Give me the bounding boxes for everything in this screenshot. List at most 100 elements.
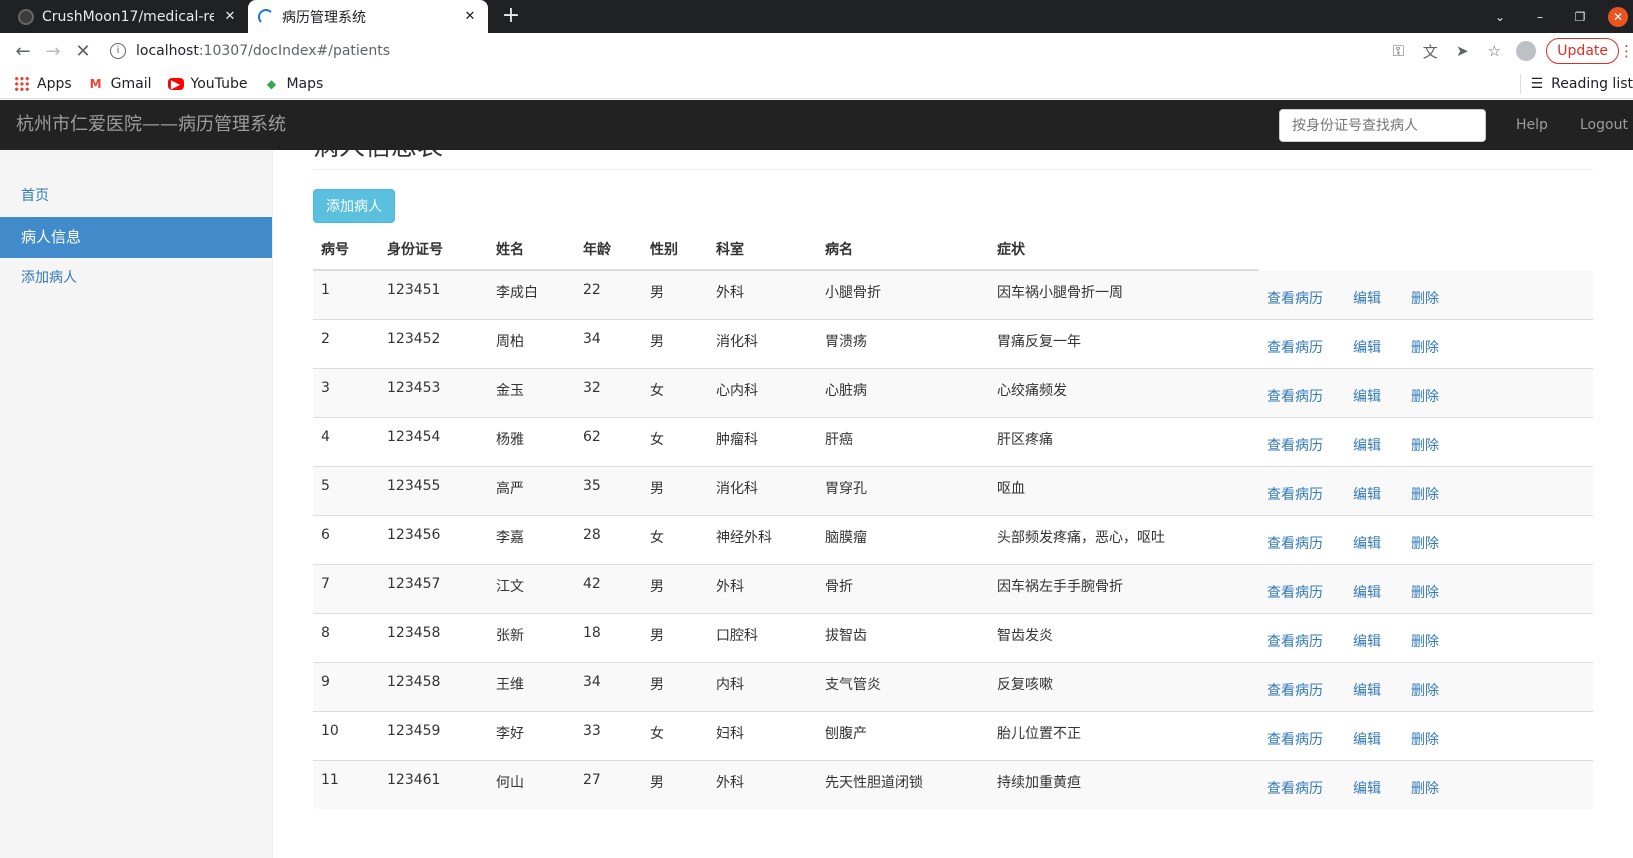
edit-link[interactable]: 编辑 — [1353, 634, 1381, 650]
bookmark-youtube[interactable]: ▶ YouTube — [167, 76, 247, 92]
edit-link[interactable]: 编辑 — [1353, 732, 1381, 748]
view-record-link[interactable]: 查看病历 — [1267, 340, 1323, 356]
row-actions: 查看病历 编辑 删除 — [1259, 514, 1593, 564]
tab-search-chevron-icon[interactable]: ⌄ — [1480, 10, 1520, 24]
help-link[interactable]: Help — [1516, 100, 1548, 150]
bookmark-apps[interactable]: Apps — [14, 75, 72, 92]
table-cell: 11 — [313, 759, 379, 809]
address-bar[interactable]: i localhost:10307/docIndex#/patients — [110, 36, 1150, 66]
profile-avatar-icon[interactable] — [1516, 41, 1537, 61]
send-icon[interactable]: ➤ — [1446, 42, 1478, 60]
menu-dots-icon[interactable]: ⋮ — [1619, 42, 1633, 60]
sidebar-item-patients[interactable]: 病人信息 — [0, 217, 272, 258]
table-cell: 消化科 — [708, 318, 817, 368]
window-close-icon[interactable]: ✕ — [1608, 6, 1628, 27]
table-cell: 18 — [575, 612, 642, 662]
table-cell: 34 — [575, 318, 642, 368]
table-cell: 刨腹产 — [817, 710, 989, 760]
apps-grid-icon — [14, 75, 30, 92]
add-patient-button[interactable]: 添加病人 — [313, 189, 395, 223]
edit-link[interactable]: 编辑 — [1353, 389, 1381, 405]
delete-link[interactable]: 删除 — [1411, 732, 1439, 748]
table-header-row: 病号 身份证号 姓名 年龄 性别 科室 病名 症状 — [313, 228, 1593, 271]
tab-close-icon[interactable]: ✕ — [462, 9, 478, 24]
search-input[interactable] — [1279, 109, 1486, 142]
delete-link[interactable]: 删除 — [1411, 487, 1439, 503]
translate-icon[interactable]: 文 — [1414, 41, 1446, 62]
edit-link[interactable]: 编辑 — [1353, 340, 1381, 356]
edit-link[interactable]: 编辑 — [1353, 291, 1381, 307]
forward-arrow-icon[interactable]: → — [38, 41, 68, 62]
delete-link[interactable]: 删除 — [1411, 781, 1439, 797]
table-cell: 周柏 — [488, 318, 575, 368]
restore-icon[interactable]: ❐ — [1560, 10, 1600, 24]
update-button[interactable]: Update — [1546, 38, 1619, 64]
view-record-link[interactable]: 查看病历 — [1267, 732, 1323, 748]
view-record-link[interactable]: 查看病历 — [1267, 536, 1323, 552]
site-info-icon[interactable]: i — [110, 43, 126, 59]
delete-link[interactable]: 删除 — [1411, 634, 1439, 650]
new-tab-plus-icon[interactable]: + — [498, 4, 524, 30]
view-record-link[interactable]: 查看病历 — [1267, 389, 1323, 405]
view-record-link[interactable]: 查看病历 — [1267, 487, 1323, 503]
table-cell: 胃穿孔 — [817, 465, 989, 515]
reading-list[interactable]: ☰ Reading list — [1519, 73, 1633, 94]
tab-close-icon[interactable]: ✕ — [222, 9, 238, 24]
browser-tab-github[interactable]: CrushMoon17/medical-re ✕ — [8, 0, 248, 33]
edit-link[interactable]: 编辑 — [1353, 536, 1381, 552]
table-cell: 先天性胆道闭锁 — [817, 759, 989, 809]
table-cell: 男 — [642, 318, 708, 368]
delete-link[interactable]: 删除 — [1411, 536, 1439, 552]
delete-link[interactable]: 删除 — [1411, 683, 1439, 699]
key-icon[interactable]: ⚿ — [1382, 42, 1414, 60]
minimize-icon[interactable]: – — [1520, 10, 1560, 24]
column-header: 症状 — [989, 228, 1259, 271]
table-row: 1 123451 李成白 22 男外科 小腿骨折 因车祸小腿骨折一周 查看病历 编辑 删除 — [313, 269, 1593, 319]
edit-link[interactable]: 编辑 — [1353, 487, 1381, 503]
bookmark-star-icon[interactable]: ☆ — [1478, 42, 1510, 60]
delete-link[interactable]: 删除 — [1411, 291, 1439, 307]
table-cell: 123459 — [379, 710, 488, 760]
table-cell: 女 — [642, 514, 708, 564]
view-record-link[interactable]: 查看病历 — [1267, 585, 1323, 601]
sidebar-item-home[interactable]: 首页 — [0, 176, 272, 217]
table-cell: 心绞痛频发 — [989, 367, 1259, 417]
table-cell: 内科 — [708, 661, 817, 711]
app-brand[interactable]: 杭州市仁爱医院——病历管理系统 — [16, 100, 286, 150]
column-header: 科室 — [708, 228, 817, 271]
table-cell: 123455 — [379, 465, 488, 515]
table-cell: 男 — [642, 612, 708, 662]
edit-link[interactable]: 编辑 — [1353, 683, 1381, 699]
table-cell: 62 — [575, 416, 642, 466]
view-record-link[interactable]: 查看病历 — [1267, 291, 1323, 307]
view-record-link[interactable]: 查看病历 — [1267, 781, 1323, 797]
stop-loading-icon[interactable]: ✕ — [68, 41, 98, 62]
edit-link[interactable]: 编辑 — [1353, 585, 1381, 601]
bookmark-gmail[interactable]: M Gmail — [88, 76, 152, 92]
table-cell: 9 — [313, 661, 379, 711]
delete-link[interactable]: 删除 — [1411, 585, 1439, 601]
bookmark-maps[interactable]: ◆ Maps — [263, 76, 323, 92]
main-content: 病人信息表 添加病人 病号 身份证号 姓名 年龄 性别 科室 病名 症状 112… — [313, 150, 1593, 858]
browser-tab-app[interactable]: 病历管理系统 ✕ — [248, 0, 488, 33]
delete-link[interactable]: 删除 — [1411, 389, 1439, 405]
bookmark-label: Gmail — [110, 75, 152, 92]
sidebar-item-add-patient[interactable]: 添加病人 — [0, 258, 272, 299]
table-cell: 女 — [642, 367, 708, 417]
table-cell: 34 — [575, 661, 642, 711]
logout-link[interactable]: Logout — [1580, 100, 1628, 150]
view-record-link[interactable]: 查看病历 — [1267, 683, 1323, 699]
table-cell: 10 — [313, 710, 379, 760]
view-record-link[interactable]: 查看病历 — [1267, 634, 1323, 650]
edit-link[interactable]: 编辑 — [1353, 781, 1381, 797]
table-body: 1 123451 李成白 22 男外科 小腿骨折 因车祸小腿骨折一周 查看病历 编辑 删除 2 123… — [313, 269, 1593, 809]
table-cell: 反复咳嗽 — [989, 661, 1259, 711]
table-cell: 33 — [575, 710, 642, 760]
view-record-link[interactable]: 查看病历 — [1267, 438, 1323, 454]
edit-link[interactable]: 编辑 — [1353, 438, 1381, 454]
table-cell: 妇科 — [708, 710, 817, 760]
table-cell: 男 — [642, 465, 708, 515]
delete-link[interactable]: 删除 — [1411, 438, 1439, 454]
back-arrow-icon[interactable]: ← — [8, 41, 38, 62]
delete-link[interactable]: 删除 — [1411, 340, 1439, 356]
